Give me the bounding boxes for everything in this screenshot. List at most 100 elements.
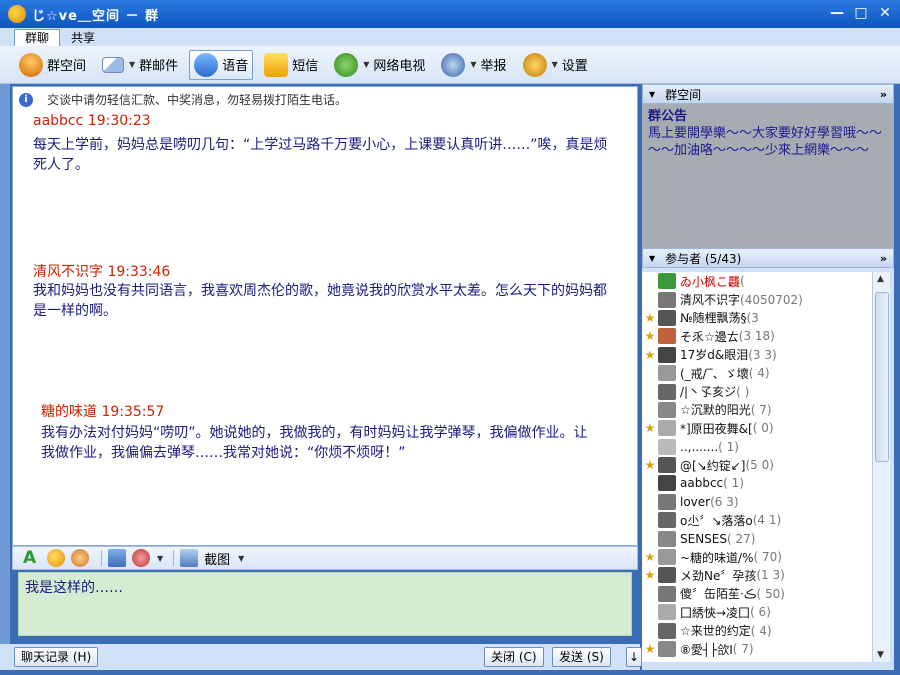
message-sender: 糖的味道	[41, 404, 97, 420]
group-space-button[interactable]: 群空间	[14, 50, 91, 80]
sms-button[interactable]: 短信	[259, 50, 323, 80]
avatar	[658, 438, 676, 455]
member-name: ~糖的味道/%	[680, 550, 754, 565]
scroll-thumb[interactable]	[875, 292, 889, 462]
member-name: メ劲Ne〞孕孩	[680, 568, 757, 583]
member-item[interactable]: ★ *]原田夜舞&[ ( 0)	[642, 419, 872, 437]
member-item[interactable]: aabbcc ( 1)	[642, 474, 872, 492]
member-list[interactable]: ゐ小枫こ龘 (清风不识字 (4050702) ★ №随梩飘荡§ (3 ★ そ乑☆邊ㄊ (…	[642, 272, 872, 662]
member-item[interactable]: ★ ⑧愛┤├欱Ⅰ ( 7)	[642, 640, 872, 658]
expand-arrows-icon[interactable]: »	[880, 252, 887, 265]
member-item[interactable]: /|丶孓亥ジ ( )	[642, 382, 872, 400]
member-item[interactable]: 清风不识字 (4050702)	[642, 290, 872, 308]
send-options-button[interactable]: ↓	[626, 647, 643, 667]
dropdown-caret-icon[interactable]: ▼	[129, 60, 135, 69]
member-name: ゐ小枫こ龘	[680, 274, 741, 289]
member-list-scrollbar[interactable]: ▲ ▼	[872, 272, 890, 662]
collapse-triangle-icon[interactable]: ▼	[649, 254, 655, 263]
report-button[interactable]: ▼ 举报	[436, 50, 511, 80]
minimize-icon[interactable]: —	[828, 4, 846, 22]
expand-arrows-icon[interactable]: »	[880, 88, 887, 101]
member-item[interactable]: lover (6 3)	[642, 493, 872, 511]
qq-group-icon	[8, 5, 26, 23]
member-item[interactable]: ☆来世的约定 ( 4)	[642, 621, 872, 639]
dropdown-caret-icon[interactable]: ▼	[552, 60, 558, 69]
member-item[interactable]: (_戒/‾、ゞ壞 ( 4)	[642, 364, 872, 382]
tab-share[interactable]: 共享	[60, 29, 106, 46]
member-item[interactable]: ★ 17岁d&眼泪 (3 3)	[642, 346, 872, 364]
avatar	[658, 641, 676, 657]
member-qq-number: ( 7)	[750, 402, 772, 417]
message-text: 每天上学前，妈妈总是唠叨几句：“上学过马路千万要小心，上课要认真听讲……”唉，真…	[33, 137, 608, 173]
member-item[interactable]: o尐〞↘落落o (4 1)	[642, 511, 872, 529]
member-name: ⑧愛┤├欱Ⅰ	[680, 642, 733, 657]
scroll-down-icon[interactable]: ▼	[877, 650, 884, 660]
member-item[interactable]: ★ そ乑☆邊ㄊ (3 18)	[642, 327, 872, 345]
dropdown-caret-icon[interactable]: ▼	[363, 60, 369, 69]
admin-star-icon: ★	[644, 642, 656, 656]
emoticon-icon[interactable]	[47, 549, 65, 567]
member-item[interactable]: ..,....... ( 1)	[642, 438, 872, 456]
member-qq-number: ( 6)	[750, 605, 771, 620]
toolbar-divider	[101, 550, 102, 566]
voice-label: 语音	[222, 59, 249, 74]
member-name: 清风不识字	[680, 293, 741, 308]
member-item[interactable]: ★ ~糖的味道/% ( 70)	[642, 548, 872, 566]
close-button[interactable]: 关闭 (C)	[484, 647, 544, 667]
announcement-text: 馬上要開學樂～～大家要好好學習哦～～～～加油咯～～～～少來上網樂～～～	[648, 126, 883, 158]
close-icon[interactable]: ✕	[876, 4, 894, 22]
chat-message: aabbcc 19:30:23 每天上学前，妈妈总是唠叨几句：“上学过马路千万要…	[33, 113, 613, 175]
info-icon: i	[19, 92, 33, 107]
send-image-icon[interactable]	[108, 549, 126, 567]
toolbar-divider	[173, 550, 175, 566]
scroll-up-icon[interactable]: ▲	[877, 274, 884, 284]
maximize-icon[interactable]: □	[852, 4, 870, 22]
font-icon[interactable]: A	[23, 549, 41, 567]
admin-star-icon: ★	[644, 550, 656, 565]
magic-emoticon-icon[interactable]	[71, 549, 89, 567]
member-qq-number: ( 1)	[723, 476, 744, 491]
member-item[interactable]: SENSES ( 27)	[642, 529, 872, 547]
group-mail-button[interactable]: ▼ 群邮件	[97, 50, 183, 80]
avatar	[658, 567, 676, 584]
member-item[interactable]: ★ №随梩飘荡§ (3	[642, 309, 872, 327]
voice-button[interactable]: 语音	[189, 49, 254, 80]
admin-star-icon: ★	[644, 347, 656, 362]
avatar	[658, 530, 676, 547]
avatar	[658, 401, 676, 418]
window-title: じ☆ve＿空间 － 群	[32, 8, 159, 24]
admin-star-icon: ★	[644, 421, 656, 436]
member-item[interactable]: 囗綉悏→凌囗 ( 6)	[642, 603, 872, 621]
web-tv-button[interactable]: ▼ 网络电视	[329, 50, 430, 80]
chat-history[interactable]: i 交谈中请勿轻信汇款、中奖消息，勿轻易拨打陌生电话。 aabbcc 19:30…	[12, 86, 638, 546]
collapse-triangle-icon[interactable]: ▼	[649, 90, 655, 99]
web-tv-icon	[334, 52, 359, 77]
shake-icon[interactable]	[132, 549, 150, 567]
member-name: ..,.......	[680, 439, 719, 454]
main-toolbar: 群空间 ▼ 群邮件 语音 短信 ▼ 网络电视 ▼ 举报 ▼ 设置	[0, 46, 900, 84]
dropdown-caret-icon[interactable]: ▼	[470, 60, 476, 69]
chat-history-button[interactable]: 聊天记录 (H)	[14, 647, 99, 667]
send-button[interactable]: 发送 (S)	[552, 647, 611, 667]
member-item[interactable]: ☆沉默的阳光 ( 7)	[642, 401, 872, 419]
group-space-header[interactable]: ▼ 群空间 »	[642, 84, 894, 104]
member-item[interactable]: ゐ小枫こ龘 (	[642, 272, 872, 290]
settings-button[interactable]: ▼ 设置	[518, 50, 593, 80]
settings-label: 设置	[561, 59, 588, 74]
window-controls: — □ ✕	[828, 4, 894, 22]
tab-group-chat[interactable]: 群聊	[14, 29, 61, 46]
member-item[interactable]: 傻〞缶陌苼·ڪ ( 50)	[642, 585, 872, 603]
message-input[interactable]: 我是这样的……	[18, 572, 632, 636]
member-item[interactable]: ★ メ劲Ne〞孕孩 (1 3)	[642, 566, 872, 584]
screenshot-label[interactable]: 截图	[204, 549, 230, 568]
avatar	[658, 365, 676, 382]
screenshot-icon[interactable]	[180, 549, 199, 567]
members-header[interactable]: ▼ 参与者 (5/43) »	[642, 248, 894, 268]
member-name: *]原田夜舞&[	[680, 421, 753, 436]
right-panel: ▼ 群空间 » 群公告 馬上要開學樂～～大家要好好學習哦～～～～加油咯～～～～少…	[642, 84, 894, 670]
member-name: lover	[680, 494, 711, 509]
member-name: 囗綉悏→凌囗	[680, 605, 751, 620]
dropdown-caret-icon[interactable]: ▼	[238, 554, 244, 563]
member-item[interactable]: ★ @[↘约锭↙] (5 0)	[642, 456, 872, 474]
dropdown-caret-icon[interactable]: ▼	[157, 554, 163, 563]
